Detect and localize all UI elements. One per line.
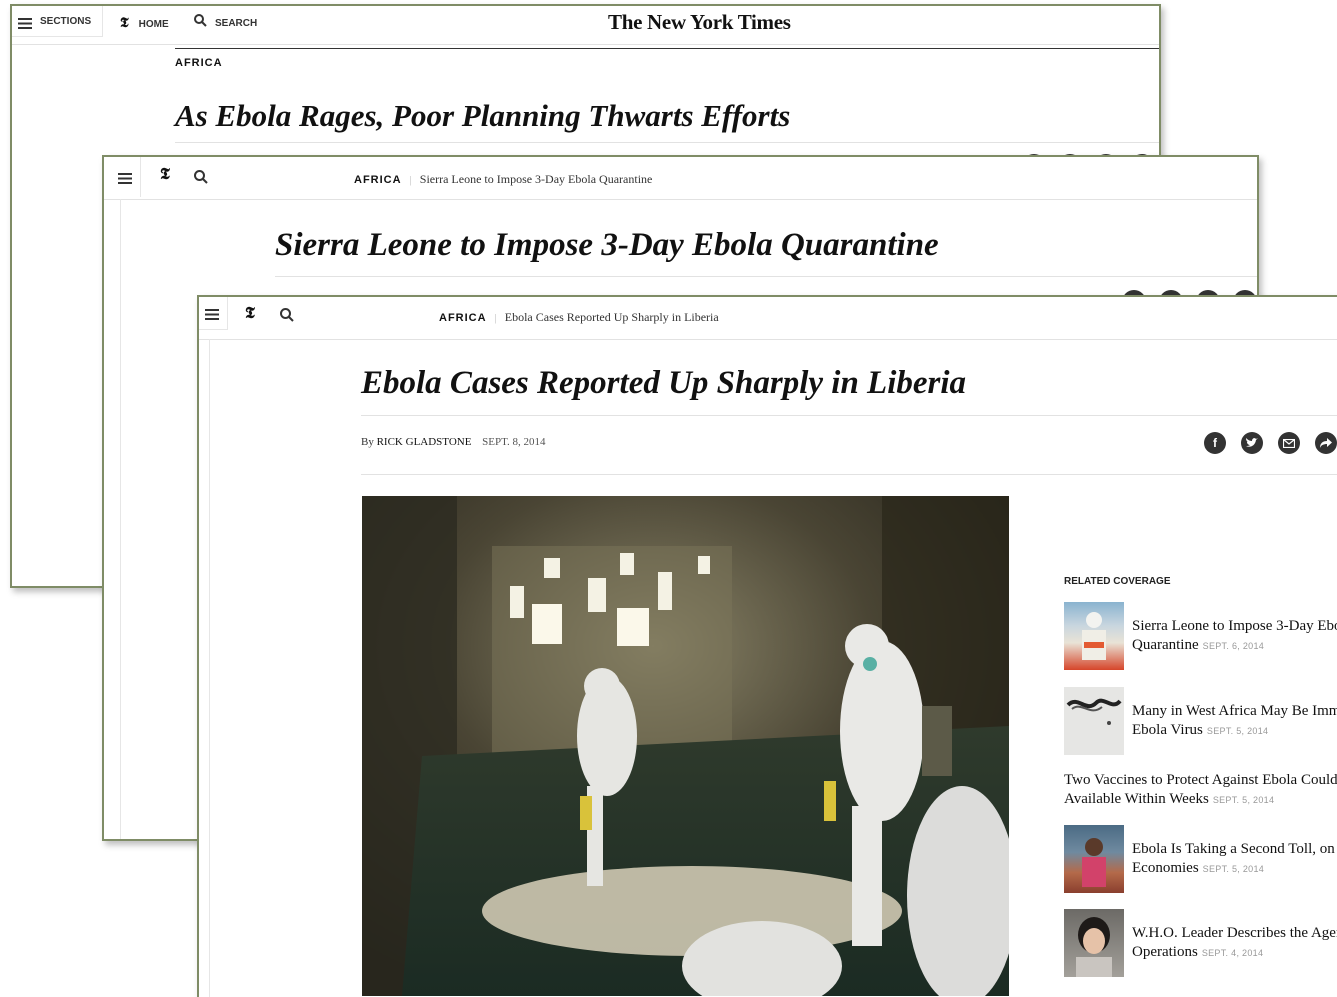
related-item[interactable]: Ebola Is Taking a Second Toll, on Econom…: [1064, 825, 1337, 895]
related-item[interactable]: Sierra Leone to Impose 3-Day Ebola Quara…: [1064, 602, 1337, 672]
related-item[interactable]: Many in West Africa May Be Immu Ebola Vi…: [1064, 687, 1337, 757]
search-label: SEARCH: [215, 17, 258, 29]
related-title-line1[interactable]: Ebola Is Taking a Second Toll, on: [1132, 840, 1335, 859]
hamburger-icon: [18, 16, 32, 34]
related-title-line2[interactable]: Available Within Weeks: [1064, 791, 1209, 807]
home-link[interactable]: 𝕿 HOME: [120, 14, 169, 32]
related-thumbnail[interactable]: [1064, 687, 1124, 755]
sections-button[interactable]: [104, 157, 141, 197]
nyt-t-logo-icon: 𝕿: [120, 16, 129, 31]
twitter-icon[interactable]: [1241, 432, 1263, 454]
article-headline: Ebola Cases Reported Up Sharply in Liber…: [361, 365, 967, 401]
search-icon[interactable]: [194, 170, 208, 189]
related-title-line1[interactable]: Two Vaccines to Protect Against Ebola Co…: [1064, 771, 1337, 790]
home-label: HOME: [138, 19, 169, 30]
hamburger-icon: [118, 171, 132, 189]
related-thumbnail[interactable]: [1064, 909, 1124, 977]
email-icon[interactable]: [1278, 432, 1300, 454]
related-date: SEPT. 5, 2014: [1206, 726, 1269, 736]
byline-prefix: By: [361, 436, 374, 448]
breadcrumb: AFRICA | Sierra Leone to Impose 3-Day Ebol…: [354, 172, 653, 186]
breadcrumb-title: Ebola Cases Reported Up Sharply in Liber…: [504, 310, 719, 324]
nyt-top-bar: SECTIONS 𝕿 HOME SEARCH The New York Time…: [12, 6, 1159, 45]
related-date: SEPT. 4, 2014: [1201, 948, 1264, 958]
article-headline: Sierra Leone to Impose 3-Day Ebola Quara…: [275, 227, 939, 263]
article-lead-photo[interactable]: [362, 496, 1009, 996]
nyt-top-bar: 𝕿 AFRICA | Ebola Cases Reported Up Sharply…: [199, 297, 1337, 340]
breadcrumb-title: Sierra Leone to Impose 3-Day Ebola Quara…: [419, 172, 653, 186]
related-date: SEPT. 5, 2014: [1212, 795, 1275, 805]
breadcrumb: AFRICA | Ebola Cases Reported Up Sharply i…: [439, 310, 719, 324]
related-date: SEPT. 5, 2014: [1202, 864, 1265, 874]
related-coverage-heading: RELATED COVERAGE: [1064, 576, 1171, 587]
share-icon[interactable]: [1315, 432, 1337, 454]
nyt-t-logo-icon[interactable]: 𝕿: [245, 305, 255, 323]
nyt-t-logo-icon[interactable]: 𝕿: [160, 166, 170, 184]
sections-button[interactable]: [199, 297, 228, 330]
related-title-line1[interactable]: Many in West Africa May Be Immu: [1132, 702, 1337, 721]
browser-window-front: 𝕿 AFRICA | Ebola Cases Reported Up Sharply…: [197, 295, 1337, 997]
related-title-line2[interactable]: Quarantine: [1132, 637, 1199, 653]
sections-button[interactable]: SECTIONS: [12, 6, 103, 37]
section-kicker[interactable]: AFRICA: [439, 312, 487, 324]
sections-label: SECTIONS: [40, 16, 92, 27]
related-item[interactable]: Two Vaccines to Protect Against Ebola Co…: [1064, 771, 1337, 815]
related-title-line1[interactable]: W.H.O. Leader Describes the Agenc: [1132, 924, 1337, 943]
article-headline: As Ebola Rages, Poor Planning Thwarts Ef…: [175, 98, 791, 133]
related-title-line2[interactable]: Ebola Virus: [1132, 722, 1203, 738]
search-link[interactable]: SEARCH: [194, 14, 257, 32]
search-icon: [194, 14, 207, 32]
hamburger-icon: [205, 307, 219, 325]
search-icon[interactable]: [280, 308, 294, 327]
section-kicker[interactable]: AFRICA: [175, 57, 223, 69]
related-item[interactable]: W.H.O. Leader Describes the Agenc Operat…: [1064, 909, 1337, 979]
article-date: SEPT. 8, 2014: [482, 436, 546, 448]
nyt-masthead-logo[interactable]: The New York Times: [608, 10, 791, 35]
section-kicker[interactable]: AFRICA: [354, 174, 402, 186]
nyt-top-bar: 𝕿 AFRICA | Sierra Leone to Impose 3-Day Eb…: [104, 157, 1257, 200]
related-title-line2[interactable]: Operations: [1132, 944, 1198, 960]
related-date: SEPT. 6, 2014: [1202, 641, 1265, 651]
related-title-line2[interactable]: Economies: [1132, 860, 1199, 876]
byline-author[interactable]: RICK GLADSTONE: [377, 436, 472, 448]
facebook-icon[interactable]: f: [1204, 432, 1226, 454]
byline: By RICK GLADSTONE SEPT. 8, 2014: [361, 436, 546, 448]
related-title-line1[interactable]: Sierra Leone to Impose 3-Day Ebola: [1132, 617, 1337, 636]
related-thumbnail[interactable]: [1064, 825, 1124, 893]
related-thumbnail[interactable]: [1064, 602, 1124, 670]
